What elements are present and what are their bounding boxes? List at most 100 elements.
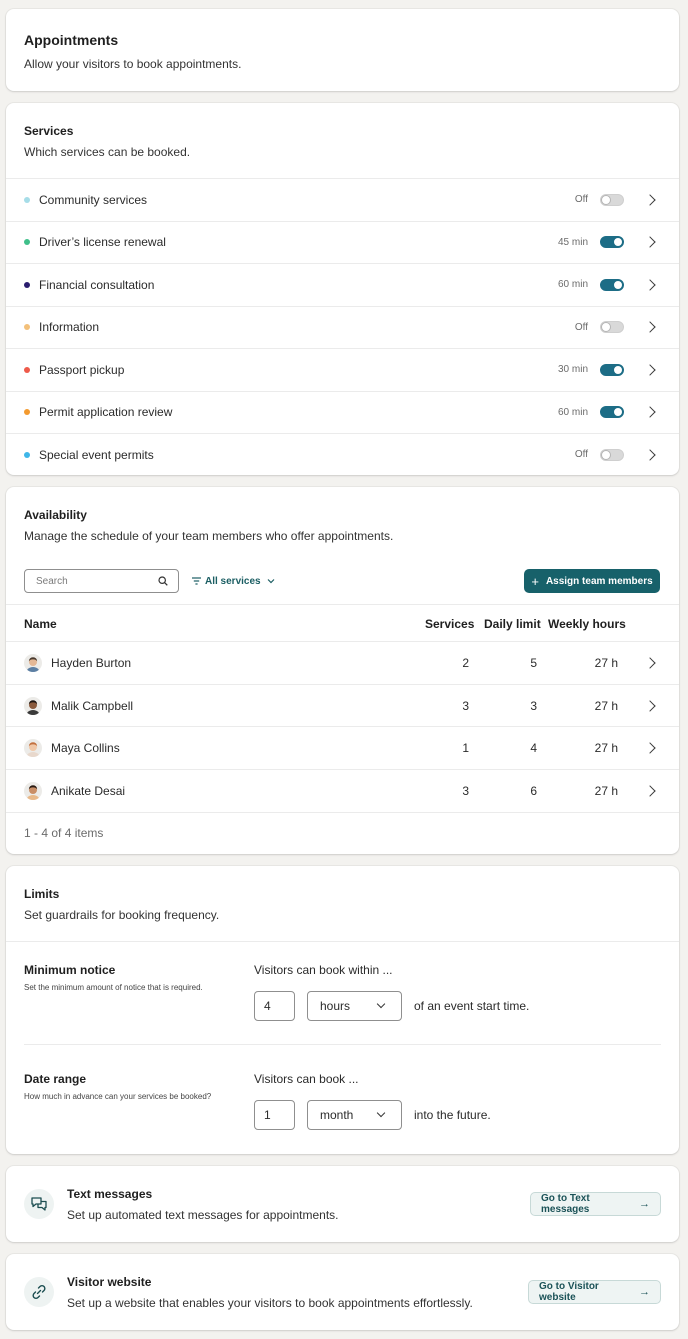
team-member-services: 1 <box>462 741 469 755</box>
service-name: Permit application review <box>39 405 173 419</box>
service-color-dot <box>24 451 30 458</box>
limits-inner-divider <box>24 1044 661 1045</box>
text-messages-icon-wrapper <box>24 1189 54 1219</box>
service-duration: 60 min <box>557 279 588 290</box>
service-row[interactable]: Special event permits Off <box>6 433 679 475</box>
minimum-notice-label: Minimum notice <box>24 963 116 977</box>
go-to-visitor-website-button[interactable]: Go to Visitor website → <box>528 1280 661 1304</box>
table-header-divider <box>6 604 679 605</box>
chevron-right-icon[interactable] <box>644 193 656 206</box>
column-header-name: Name <box>24 617 57 631</box>
chevron-right-icon[interactable] <box>644 236 656 248</box>
chevron-right-icon[interactable] <box>644 363 656 376</box>
limits-title: Limits <box>24 887 60 901</box>
service-row[interactable]: Passport pickup 30 min <box>6 348 679 390</box>
service-toggle[interactable] <box>600 193 624 206</box>
service-color-dot <box>24 281 30 288</box>
services-filter-button[interactable]: All services <box>192 573 275 589</box>
chevron-right-icon[interactable] <box>644 742 656 754</box>
go-to-text-messages-button[interactable]: Go to Text messages → <box>530 1192 661 1216</box>
service-name: Driver’s license renewal <box>39 235 166 249</box>
chevron-right-icon[interactable] <box>644 278 656 291</box>
service-duration: 60 min <box>557 406 588 418</box>
service-row[interactable]: Permit application review 60 min <box>6 390 679 433</box>
team-member-services: 2 <box>462 656 469 670</box>
search-icon <box>158 576 168 586</box>
service-row[interactable]: Community services Off <box>6 178 679 220</box>
chevron-right-icon[interactable] <box>644 657 656 669</box>
chevron-right-icon[interactable] <box>644 321 656 333</box>
minimum-notice-unit-select[interactable]: hours <box>307 991 402 1021</box>
team-member-row[interactable]: Hayden Burton 2 5 27 h <box>6 641 679 683</box>
avatar <box>24 739 42 757</box>
assign-team-members-button[interactable]: + Assign team members <box>524 569 660 593</box>
plus-icon: + <box>531 573 539 589</box>
team-member-weekly-hours: 27 h <box>594 698 618 713</box>
service-toggle[interactable] <box>600 406 624 418</box>
chevron-right-icon[interactable] <box>644 406 656 418</box>
chevron-down-icon <box>376 1108 386 1118</box>
limits-divider <box>6 941 679 942</box>
avatar <box>24 781 42 800</box>
service-color-dot <box>24 366 30 373</box>
service-toggle[interactable] <box>600 236 624 248</box>
service-name: Community services <box>39 192 148 207</box>
column-header-services: Services <box>425 617 475 631</box>
pagination-divider <box>6 812 679 813</box>
appointments-subtitle: Allow your visitors to book appointments… <box>24 57 242 71</box>
chevron-right-icon[interactable] <box>644 784 656 797</box>
limits-subtitle: Set guardrails for booking frequency. <box>24 908 220 922</box>
service-duration: 30 min <box>557 364 588 375</box>
service-row[interactable]: Information Off <box>6 305 679 348</box>
minimum-notice-unit-value: hours <box>320 999 351 1013</box>
go-to-text-messages-label: Go to Text messages <box>541 1193 590 1215</box>
text-messages-card: Text messages Set up automated text mess… <box>6 1166 679 1242</box>
appointments-title: Appointments <box>24 32 119 48</box>
service-toggle[interactable] <box>600 278 624 291</box>
visitor-website-card: Visitor website Set up a website that en… <box>6 1254 679 1330</box>
avatar <box>24 654 42 672</box>
chevron-right-icon[interactable] <box>644 448 656 461</box>
team-member-daily-limit: 3 <box>530 698 537 713</box>
team-member-services: 3 <box>462 698 469 713</box>
team-member-services: 3 <box>462 783 469 798</box>
link-icon <box>32 1284 46 1300</box>
team-member-name: Anikate Desai <box>51 783 126 798</box>
text-messages-title: Text messages <box>67 1187 153 1201</box>
date-range-suffix: into the future. <box>414 1108 491 1122</box>
minimum-notice-value-input[interactable]: 4 <box>254 991 295 1021</box>
service-name: Passport pickup <box>39 362 125 377</box>
date-range-value-input[interactable]: 1 <box>254 1100 295 1130</box>
chat-bubbles-icon <box>31 1197 47 1211</box>
team-member-row[interactable]: Maya Collins 1 4 27 h <box>6 726 679 768</box>
assign-button-label: Assign team members <box>545 575 653 587</box>
services-subtitle: Which services can be booked. <box>24 145 191 159</box>
team-member-daily-limit: 5 <box>530 656 537 670</box>
availability-card: Availability Manage the schedule of your… <box>6 487 679 854</box>
service-color-dot <box>24 239 30 245</box>
service-toggle[interactable] <box>600 363 624 376</box>
pagination-text: 1 - 4 of 4 items <box>24 826 104 840</box>
chevron-down-icon <box>267 579 275 584</box>
service-name: Special event permits <box>39 447 154 462</box>
service-toggle[interactable] <box>600 321 624 333</box>
team-member-row[interactable]: Anikate Desai 3 6 27 h <box>6 768 679 811</box>
service-color-dot <box>24 196 30 203</box>
visitor-website-icon-wrapper <box>24 1277 54 1307</box>
service-row[interactable]: Driver’s license renewal 45 min <box>6 220 679 263</box>
availability-title: Availability <box>24 508 87 522</box>
chevron-right-icon[interactable] <box>644 699 656 712</box>
service-toggle[interactable] <box>600 448 624 461</box>
avatar <box>24 696 42 715</box>
team-member-daily-limit: 6 <box>530 783 537 798</box>
service-name: Information <box>39 320 100 334</box>
appointments-card: Appointments Allow your visitors to book… <box>6 9 679 91</box>
availability-subtitle: Manage the schedule of your team members… <box>24 529 394 543</box>
search-field[interactable] <box>24 569 179 593</box>
date-range-unit-select[interactable]: month <box>307 1100 402 1130</box>
search-input[interactable] <box>36 574 146 588</box>
service-row[interactable]: Financial consultation 60 min <box>6 263 679 305</box>
team-member-row[interactable]: Malik Campbell 3 3 27 h <box>6 683 679 726</box>
service-duration: Off <box>574 194 588 205</box>
team-member-weekly-hours: 27 h <box>594 741 618 755</box>
